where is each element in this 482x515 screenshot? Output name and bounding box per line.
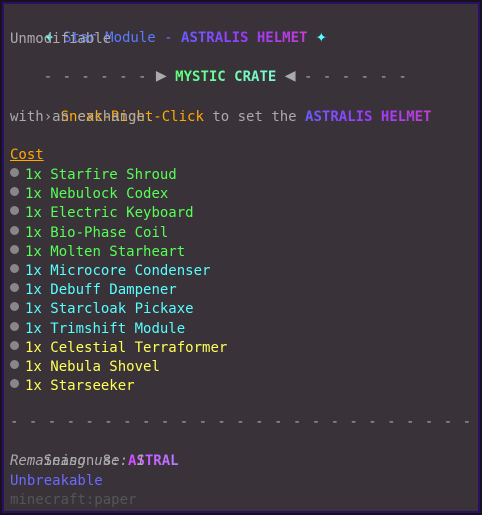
cost-item: 1x Starfire Shroud [10,166,177,185]
cost-item-name: Bio-Phase Coil [50,224,169,241]
item-tooltip: ✦ Star Module - ASTRALIS HELMET ✦ Unmodi… [2,2,480,513]
cost-item-qty: 1x [25,339,42,356]
cost-item-qty: 1x [25,243,42,260]
cost-item-qty: 1x [25,186,42,203]
cost-item-name: Starcloak Pickaxe [50,301,194,318]
cost-item: 1x Celestial Terraformer [10,339,227,358]
cost-label: Cost [10,147,44,163]
separator: - - - - - - - - - - - - - - - - - - - - … [10,414,473,430]
bullet-dot-icon [10,225,19,235]
cost-item: 1x Bio-Phase Coil [10,224,168,243]
cost-item-qty: 1x [25,263,42,279]
cost-item: 1x Electric Keyboard [10,204,194,223]
cost-item-qty: 1x [25,359,42,375]
cost-item: 1x Starseeker [10,377,135,396]
bullet-dot-icon [10,187,19,197]
cost-item-name: Starseeker [50,378,135,395]
bullet-dot-icon [10,168,19,177]
cost-item-qty: 1x [25,282,42,299]
cost-item-name: Electric Keyboard [50,205,194,222]
crate-name: MYSTIC CRATE [175,69,277,85]
cost-item-name: Nebulock Codex [50,186,169,203]
instruction-middle: to set the [203,109,306,125]
bullet-dot-icon [10,302,19,312]
item-id: minecraft:paper [10,492,137,508]
crate-header-dashes-right: - - - - - - [304,69,408,85]
cost-item: 1x Microcore Condenser [10,262,210,281]
cost-item-name: Debuff Dampener [50,282,177,299]
arrow-left-icon: ◀ [284,65,296,86]
cost-item-qty: 1x [25,205,42,222]
title-item-name: ASTRALIS HELMET [181,30,308,46]
cost-item: 1x Starcloak Pickaxe [10,300,194,319]
cost-item-qty: 1x [25,378,42,395]
cost-item-name: Celestial Terraformer [50,339,228,356]
crate-header-dashes-left: - - - - - - [43,69,148,85]
cost-item-name: Molten Starheart [50,243,186,260]
bullet-dot-icon [10,264,19,273]
bullet-dot-icon [10,379,19,389]
cost-item-qty: 1x [25,320,42,337]
bullet-dot-icon [10,340,19,350]
cost-item-qty: 1x [25,224,42,241]
remaining-uses: Remaining use: 1 [10,453,145,469]
bullet-dot-icon [10,283,19,293]
cost-item-name: Nebula Shovel [50,359,160,375]
cost-item: 1x Debuff Dampener [10,281,177,300]
unbreakable-label: Unbreakable [10,473,103,489]
bullet-dot-icon [10,360,19,369]
cost-item: 1x Trimshift Module [10,320,185,339]
cost-item-name: Microcore Condenser [50,263,211,279]
cost-item-qty: 1x [25,301,42,318]
cost-item: 1x Nebula Shovel [10,358,160,377]
bullet-dot-icon [10,206,19,216]
arrow-right-icon: ▶ [155,65,167,86]
instruction-line-2: with an exchange. [10,109,154,125]
instruction-item-name: ASTRALIS HELMET [305,109,432,125]
cost-item: 1x Molten Starheart [10,243,185,262]
bullet-dot-icon [10,321,19,331]
sparkle-star-icon: ✦ [315,26,327,47]
bullet-dot-icon [10,244,19,254]
cost-item-name: Starfire Shroud [50,167,177,183]
cost-item: 1x Nebulock Codex [10,185,168,204]
cost-item-name: Trimshift Module [50,320,186,337]
cost-item-qty: 1x [25,167,42,183]
